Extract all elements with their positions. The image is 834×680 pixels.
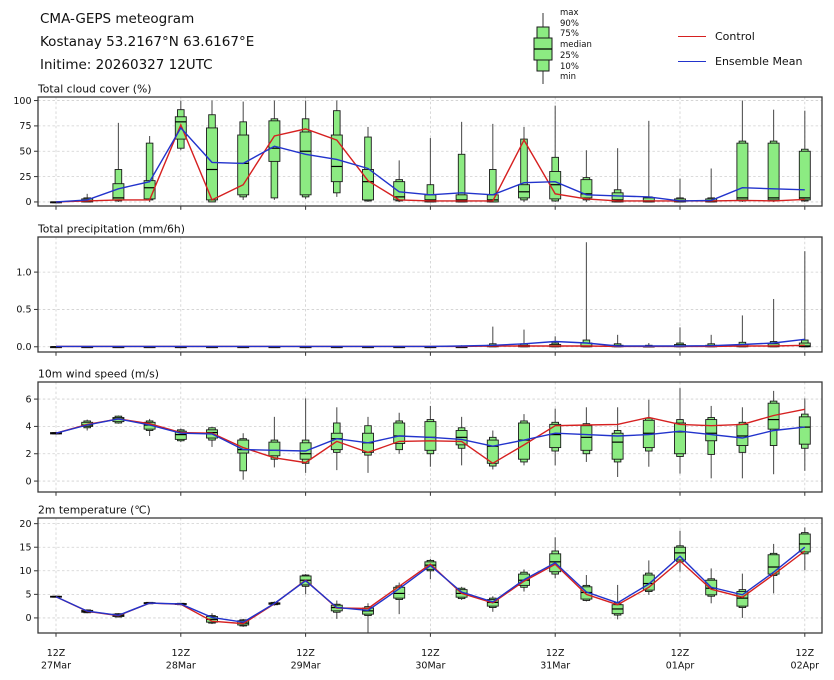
cloud-panel: 0 25 50 75 100 Total cloud cover (%) — [13, 83, 822, 210]
charts-canvas: 0255075100Total cloud cover (%)0.00.51.0… — [0, 0, 834, 680]
y-axis: 0 2 4 6 — [25, 394, 38, 487]
x-tick-hour-label: 12Z — [296, 648, 315, 659]
box-25-75 — [799, 151, 810, 200]
temp-panel: 0 5 10 15 20 2m temperature (℃) — [19, 504, 822, 637]
x-tick-hour-label: 12Z — [671, 648, 690, 659]
y-tick-label: 10 — [19, 566, 31, 577]
y-axis: 0.0 0.5 1.0 — [16, 267, 38, 353]
meteogram-page: CMA-GEPS meteogram Kostanay 53.2167°N 63… — [0, 0, 834, 680]
y-tick-label: 25 — [19, 172, 31, 183]
box-25-75 — [675, 547, 686, 560]
precip-panel: 0.0 0.5 1.0 Total precipitation (mm/6h) — [16, 223, 822, 356]
temp-panel-title: 2m temperature (℃) — [38, 504, 151, 517]
y-tick-label: 1.0 — [16, 267, 31, 278]
x-tick-date-label: 27Mar — [41, 661, 71, 672]
y-tick-label: 2 — [25, 449, 31, 460]
y-tick-label: 75 — [19, 121, 31, 132]
box-25-75 — [799, 534, 810, 552]
y-tick-label: 6 — [25, 394, 31, 405]
y-tick-label: 50 — [19, 147, 31, 158]
wind-panel-title: 10m wind speed (m/s) — [38, 368, 159, 381]
x-tick-date-label: 02Apr — [791, 661, 820, 672]
x-axis-labels: 12Z 27Mar 12Z 28Mar 12Z 29Mar 12Z 30Mar 12Z 31Mar… — [41, 648, 819, 672]
y-tick-label: 0 — [25, 613, 31, 624]
x-tick-hour-label: 12Z — [421, 648, 440, 659]
y-tick-label: 0 — [25, 476, 31, 487]
box-25-75 — [394, 423, 405, 443]
box-25-75 — [269, 442, 280, 456]
y-tick-label: 0 — [25, 197, 31, 208]
x-tick-hour-label: 12Z — [47, 648, 66, 659]
x-tick-date-label: 30Mar — [415, 661, 445, 672]
y-tick-label: 4 — [25, 422, 31, 433]
y-tick-label: 15 — [19, 543, 31, 554]
y-tick-label: 0.0 — [16, 342, 31, 353]
y-tick-label: 5 — [25, 590, 31, 601]
wind-panel: 0 2 4 6 10m wind speed (m/s) — [25, 368, 822, 496]
y-tick-label: 100 — [13, 96, 31, 107]
box-25-75 — [799, 417, 810, 444]
y-axis: 0 25 50 75 100 — [13, 96, 38, 208]
box-25-75 — [675, 423, 686, 454]
y-tick-label: 20 — [19, 519, 31, 530]
box-25-75 — [612, 433, 623, 459]
y-tick-label: 0.5 — [16, 305, 31, 316]
x-tick-hour-label: 12Z — [171, 648, 190, 659]
box-25-75 — [363, 169, 374, 199]
cloud-panel-title: Total cloud cover (%) — [37, 83, 151, 96]
x-tick-date-label: 29Mar — [291, 661, 321, 672]
box-25-75 — [706, 420, 717, 441]
x-tick-date-label: 28Mar — [166, 661, 196, 672]
x-tick-hour-label: 12Z — [795, 648, 814, 659]
y-axis: 0 5 10 15 20 — [19, 519, 38, 624]
grid — [38, 237, 822, 352]
box-plots — [51, 101, 811, 203]
x-tick-date-label: 01Apr — [666, 661, 695, 672]
precip-panel-title: Total precipitation (mm/6h) — [37, 223, 185, 236]
box-25-75 — [425, 422, 436, 451]
box-25-75 — [768, 143, 779, 200]
x-tick-date-label: 31Mar — [540, 661, 570, 672]
x-tick-hour-label: 12Z — [546, 648, 565, 659]
box-25-75 — [300, 132, 311, 195]
box-25-75 — [737, 424, 748, 445]
box-25-75 — [581, 426, 592, 451]
box-25-75 — [737, 143, 748, 200]
